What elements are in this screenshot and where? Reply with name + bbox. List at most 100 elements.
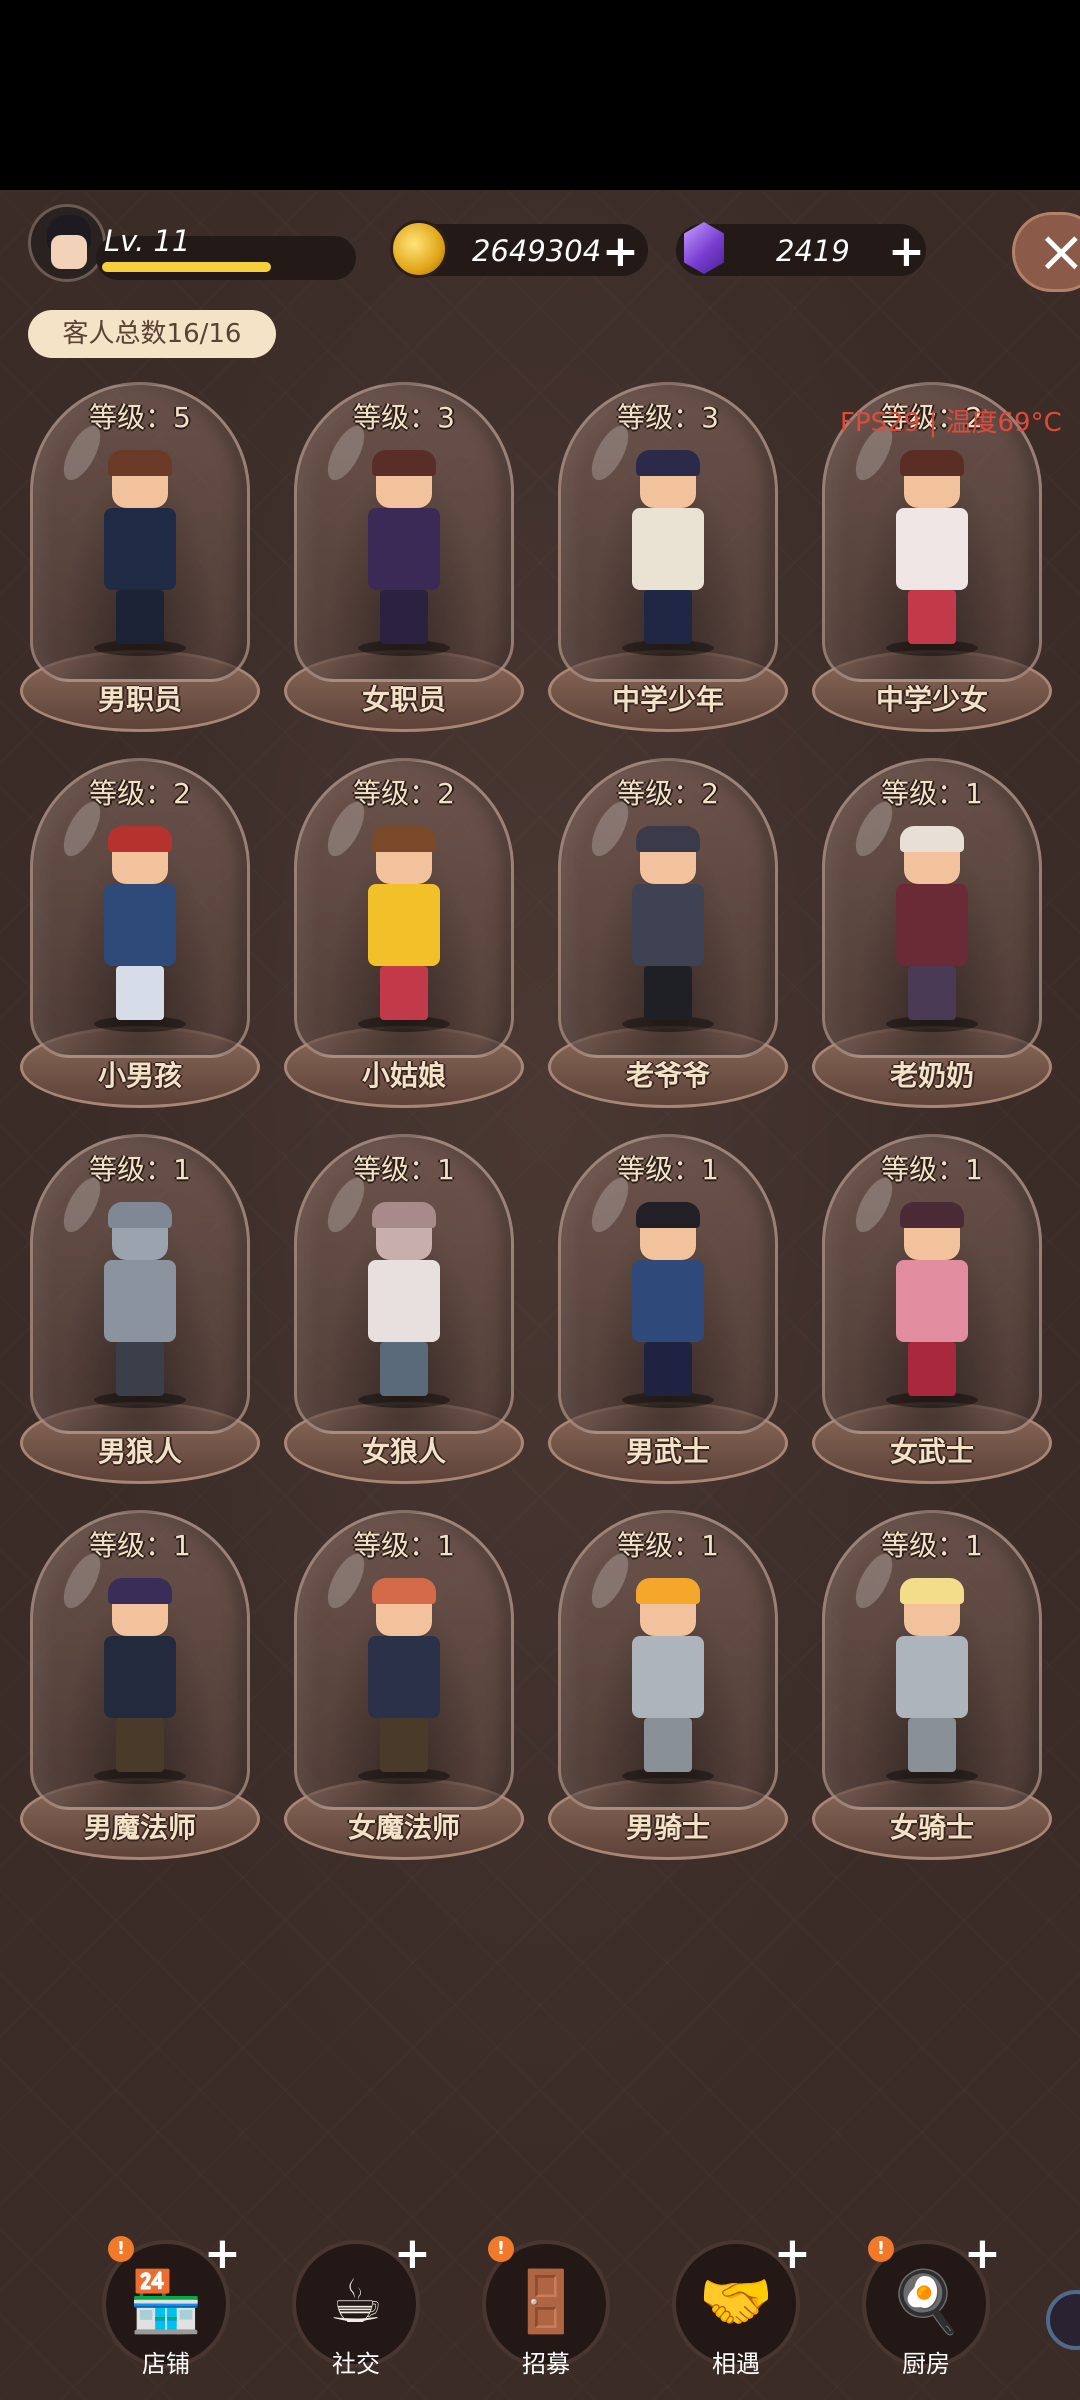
character-name: 男狼人	[97, 1435, 182, 1468]
character-card[interactable]: 等级：1 男狼人	[20, 1134, 260, 1494]
sprite-hair	[372, 450, 436, 476]
level-progress-fill	[102, 262, 271, 272]
sprite-legs	[908, 1718, 956, 1772]
character-sprite	[354, 1578, 454, 1784]
sprite-hair	[900, 450, 964, 476]
character-card[interactable]: 等级：5 男职员	[20, 382, 260, 742]
character-level: 等级：1	[881, 1153, 983, 1186]
character-card[interactable]: 等级：2 小姑娘	[284, 758, 524, 1118]
character-level: 等级：3	[353, 401, 455, 434]
sprite-legs	[116, 1718, 164, 1772]
sprite-body	[104, 508, 176, 590]
character-name: 中学少年	[611, 683, 724, 716]
character-sprite	[90, 1202, 190, 1408]
sprite-hair	[372, 826, 436, 852]
coin-icon	[390, 220, 448, 278]
player-level: Lv. 11	[104, 224, 191, 258]
nav-shop[interactable]: 🏪 店铺 +!	[96, 2228, 241, 2400]
character-name: 女武士	[889, 1435, 974, 1468]
character-sprite	[882, 450, 982, 656]
character-card[interactable]: 等级：3 中学少年	[548, 382, 788, 742]
sprite-legs	[380, 966, 428, 1020]
sprite-hair	[108, 1578, 172, 1604]
plus-icon[interactable]: +	[964, 2228, 1001, 2279]
character-card[interactable]: 等级：1 男魔法师	[20, 1510, 260, 1870]
character-level: 等级：1	[617, 1529, 719, 1562]
sprite-legs	[908, 1342, 956, 1396]
plus-icon[interactable]: +	[394, 2228, 431, 2279]
character-level: 等级：5	[89, 401, 191, 434]
sprite-hair	[636, 826, 700, 852]
nav-label: 厨房	[902, 2350, 950, 2378]
game-screen: Lv. 11 2649304 + 2419 + × 客人总数16/16 等级：5…	[0, 190, 1080, 2400]
character-card[interactable]: 等级：1 男骑士	[548, 1510, 788, 1870]
sprite-body	[368, 1260, 440, 1342]
character-level: 等级：1	[89, 1153, 191, 1186]
side-menu-button[interactable]	[1046, 2290, 1080, 2350]
sprite-legs	[116, 966, 164, 1020]
plus-icon[interactable]: +	[204, 2228, 241, 2279]
character-name: 老爷爷	[625, 1059, 710, 1092]
character-card[interactable]: 等级：1 女武士	[812, 1134, 1052, 1494]
character-sprite	[882, 826, 982, 1032]
character-name: 男职员	[97, 683, 182, 716]
character-name: 女职员	[361, 683, 446, 716]
add-coins-button[interactable]: +	[602, 226, 639, 277]
nav-label: 社交	[332, 2350, 380, 2378]
character-card[interactable]: 等级：2 老爷爷	[548, 758, 788, 1118]
sprite-legs	[644, 1342, 692, 1396]
character-level: 等级：1	[617, 1153, 719, 1186]
character-name: 小姑娘	[361, 1059, 446, 1092]
sprite-hair	[108, 450, 172, 476]
sprite-body	[896, 1636, 968, 1718]
character-sprite	[354, 450, 454, 656]
sprite-hair	[372, 1578, 436, 1604]
sprite-body	[368, 508, 440, 590]
sprite-legs	[644, 590, 692, 644]
character-sprite	[618, 826, 718, 1032]
character-sprite	[90, 1578, 190, 1784]
character-card[interactable]: 等级：1 老奶奶	[812, 758, 1052, 1118]
nav-label: 相遇	[712, 2350, 760, 2378]
character-level: 等级：1	[353, 1153, 455, 1186]
character-name: 老奶奶	[889, 1059, 974, 1092]
character-sprite	[90, 450, 190, 656]
character-name: 中学少女	[875, 683, 988, 716]
character-card[interactable]: 等级：1 女魔法师	[284, 1510, 524, 1870]
character-card[interactable]: 等级：1 男武士	[548, 1134, 788, 1494]
sprite-legs	[644, 966, 692, 1020]
sprite-hair	[636, 1578, 700, 1604]
nav-door[interactable]: 🚪 招募!	[476, 2236, 616, 2400]
nav-coffee-cup[interactable]: ☕ 社交 +	[286, 2228, 431, 2400]
character-card[interactable]: 等级：3 女职员	[284, 382, 524, 742]
character-level: 等级：1	[881, 1529, 983, 1562]
character-sprite	[354, 1202, 454, 1408]
sprite-body	[632, 508, 704, 590]
sprite-legs	[380, 1342, 428, 1396]
add-gems-button[interactable]: +	[888, 226, 925, 277]
character-sprite	[618, 1578, 718, 1784]
character-card[interactable]: 等级：2 小男孩	[20, 758, 260, 1118]
alert-badge: !	[868, 2236, 894, 2262]
system-status-bar	[0, 0, 1080, 190]
sprite-hair	[108, 826, 172, 852]
sprite-body	[896, 884, 968, 966]
door-icon: 🚪	[508, 2267, 584, 2337]
sprite-body	[632, 1636, 704, 1718]
sprite-hair	[372, 1202, 436, 1228]
player-avatar[interactable]	[28, 204, 106, 282]
sprite-legs	[380, 590, 428, 644]
character-level: 等级：3	[617, 401, 719, 434]
sprite-body	[896, 508, 968, 590]
character-card[interactable]: 等级：1 女狼人	[284, 1134, 524, 1494]
fps-overlay: FPS29 | 温度69°C	[840, 408, 1062, 438]
sprite-body	[104, 1260, 176, 1342]
character-level: 等级：1	[881, 777, 983, 810]
plus-icon[interactable]: +	[774, 2228, 811, 2279]
sprite-body	[632, 884, 704, 966]
nav-frying-pan[interactable]: 🍳 厨房 +!	[856, 2228, 1001, 2400]
sprite-body	[368, 1636, 440, 1718]
character-card[interactable]: 等级：1 女骑士	[812, 1510, 1052, 1870]
nav-handshake[interactable]: 🤝 相遇 +	[666, 2228, 811, 2400]
close-button[interactable]: ×	[1012, 212, 1080, 292]
